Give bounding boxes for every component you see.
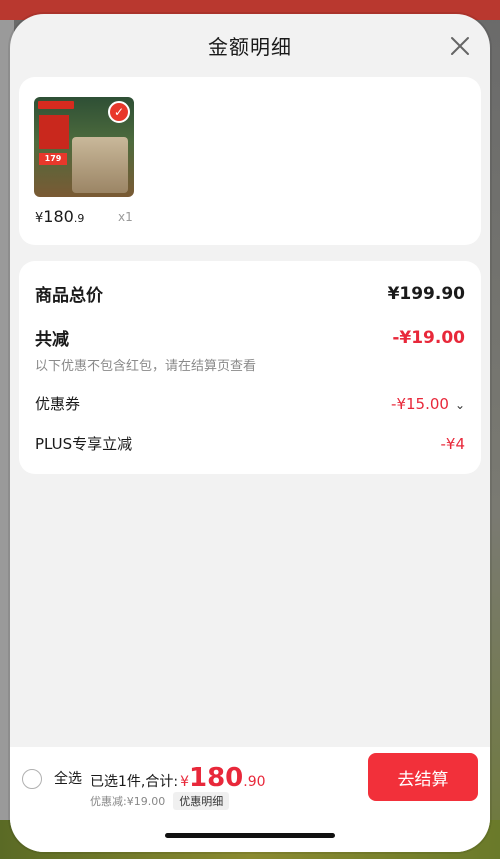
sheet-title: 金额明细 (208, 34, 292, 59)
coupon-value: -¥15.00 (391, 395, 449, 413)
thumb-price-tag: 179 (39, 153, 67, 165)
select-all-radio[interactable] (22, 769, 42, 789)
promo-box (39, 115, 69, 149)
discount-text: 优惠减:¥19.00 (90, 795, 166, 808)
total-int: 180 (189, 763, 244, 793)
total-row: 商品总价 ¥199.90 (35, 281, 465, 307)
plus-label: PLUS专享立减 (35, 435, 133, 453)
selected-summary: 已选1件,合计: ¥ 180 .90 (90, 765, 266, 791)
item-price: ¥180.9 (35, 207, 84, 226)
close-icon[interactable] (448, 34, 472, 58)
reduce-label: 共减 (35, 330, 69, 350)
plus-row: PLUS专享立减 -¥4 (35, 433, 465, 454)
price-summary-card: 商品总价 ¥199.90 共减 -¥19.00 以下优惠不包含红包，请在结算页查… (19, 261, 481, 474)
checkmark-icon: ✓ (108, 101, 130, 123)
item-quantity: x1 (118, 210, 133, 224)
amount-detail-sheet: 金额明细 179 ✓ ¥180.9 x1 商品总价 ¥199.90 共减 -¥1… (10, 14, 490, 852)
chevron-down-icon[interactable]: ⌄ (455, 398, 465, 412)
total-value: ¥199.90 (387, 283, 465, 304)
price-dec: .9 (73, 212, 85, 225)
checkout-button[interactable]: 去结算 (368, 753, 478, 801)
coupon-row[interactable]: 优惠券 -¥15.00 ⌄ (35, 393, 465, 414)
product-thumbnail[interactable]: 179 ✓ (34, 97, 134, 197)
reduce-value: -¥19.00 (392, 327, 465, 348)
checkout-bar: 全选 已选1件,合计: ¥ 180 .90 优惠减:¥19.00 优惠明细 去结… (10, 747, 490, 852)
selected-text: 已选1件,合计: (90, 774, 179, 790)
product-card: 179 ✓ ¥180.9 x1 (19, 77, 481, 245)
home-indicator (165, 833, 335, 838)
total-dec: .90 (243, 774, 266, 790)
discount-detail-button[interactable]: 优惠明细 (173, 792, 230, 810)
product-bag (72, 137, 128, 193)
total-symbol: ¥ (180, 774, 189, 790)
coupon-label: 优惠券 (35, 395, 81, 413)
reduce-note: 以下优惠不包含红包，请在结算页查看 (35, 359, 257, 374)
select-all-label[interactable]: 全选 (54, 768, 82, 788)
brand-tag (38, 101, 74, 109)
coupon-value-wrap[interactable]: -¥15.00 ⌄ (391, 394, 465, 413)
total-label: 商品总价 (35, 286, 103, 306)
price-int: 180 (43, 207, 74, 226)
discount-line: 优惠减:¥19.00 优惠明细 (90, 792, 230, 810)
reduce-row: 共减 -¥19.00 (35, 325, 465, 351)
plus-value: -¥4 (440, 434, 466, 453)
sheet-header: 金额明细 (10, 14, 490, 76)
